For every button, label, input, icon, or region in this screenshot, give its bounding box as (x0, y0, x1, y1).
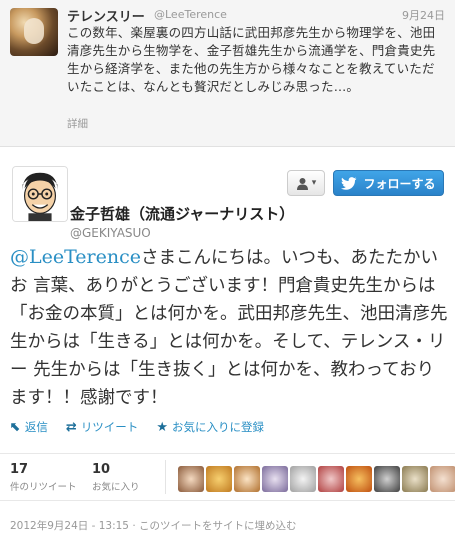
retweeter-avatar[interactable] (402, 466, 428, 492)
tweet-actions: ⬉ 返信 ⇄ リツイート ★ お気に入りに登録 (10, 419, 264, 435)
author-avatar[interactable] (12, 166, 68, 222)
author-name[interactable]: 金子哲雄（流通ジャーナリスト） (70, 203, 294, 224)
reply-text: この数年、楽屋裏の四方山話に武田邦彦先生から物理学を、池田清彦先生から生物学を、… (67, 25, 436, 94)
star-icon: ★ (156, 419, 168, 435)
retweeter-avatar[interactable] (290, 466, 316, 492)
divider (0, 500, 455, 501)
retweeter-avatar[interactable] (318, 466, 344, 492)
avatar-illustration (13, 167, 67, 221)
divider (0, 453, 455, 454)
favorite-count: 10 (92, 462, 111, 477)
reply-screen-name[interactable]: @LeeTerence (154, 8, 227, 21)
retweeter-avatars (178, 466, 455, 492)
reply-icon: ⬉ (10, 419, 21, 435)
tweet-text: @LeeTerenceさまこんにちは。いつも、あたたかいお 言葉、ありがとうござ… (10, 243, 450, 412)
retweet-icon: ⇄ (65, 419, 77, 435)
retweet-stat[interactable]: 17 件のリツイート (10, 462, 77, 493)
stats-divider (165, 460, 166, 494)
follow-button-label: フォローする (363, 176, 436, 191)
reply-detail-link[interactable]: 詳細 (67, 116, 88, 131)
favorite-count-label: お気に入り (92, 482, 140, 493)
tweet-body: さまこんにちは。いつも、あたたかいお 言葉、ありがとうございます！門倉貴史先生か… (10, 248, 448, 408)
person-icon (296, 177, 308, 190)
retweeter-avatar[interactable] (430, 466, 455, 492)
reply-author-name[interactable]: テレンスリー (67, 6, 145, 25)
embed-tweet-link[interactable]: このツイートをサイトに埋め込む (139, 520, 297, 532)
retweet-action-label: リツイート (80, 420, 139, 434)
retweet-count: 17 (10, 462, 29, 477)
chevron-down-icon: ▾ (311, 178, 317, 188)
reply-avatar[interactable] (10, 8, 58, 56)
favorite-stat[interactable]: 10 お気に入り (92, 462, 140, 493)
retweeter-avatar[interactable] (346, 466, 372, 492)
author-screen-name[interactable]: @GEKIYASUO (70, 226, 151, 240)
retweeter-avatar[interactable] (234, 466, 260, 492)
retweet-count-label: 件のリツイート (10, 482, 77, 493)
favorite-action-label: お気に入りに登録 (171, 420, 264, 434)
follow-button[interactable]: フォローする (333, 170, 444, 196)
reply-action-label: 返信 (24, 420, 48, 434)
reply-date[interactable]: 9月24日 (402, 7, 445, 23)
retweeter-avatar[interactable] (374, 466, 400, 492)
tweet-footer: 2012年9月24日 - 13:15 · このツイートをサイトに埋め込む (10, 518, 297, 533)
favorite-action[interactable]: ★ お気に入りに登録 (156, 419, 264, 435)
user-actions-button[interactable]: ▾ (287, 170, 325, 196)
retweeter-avatar[interactable] (262, 466, 288, 492)
retweeter-avatar[interactable] (178, 466, 204, 492)
retweet-action[interactable]: ⇄ リツイート (66, 419, 138, 435)
retweeter-avatar[interactable] (206, 466, 232, 492)
mention-link[interactable]: @LeeTerence (10, 246, 141, 268)
footer-separator: · (129, 520, 140, 532)
bird-icon (341, 176, 357, 190)
reply-action[interactable]: ⬉ 返信 (10, 419, 48, 435)
parent-tweet: テレンスリー @LeeTerence 9月24日 この数年、楽屋裏の四方山話に武… (0, 0, 455, 147)
tweet-timestamp[interactable]: 2012年9月24日 - 13:15 (10, 520, 129, 532)
